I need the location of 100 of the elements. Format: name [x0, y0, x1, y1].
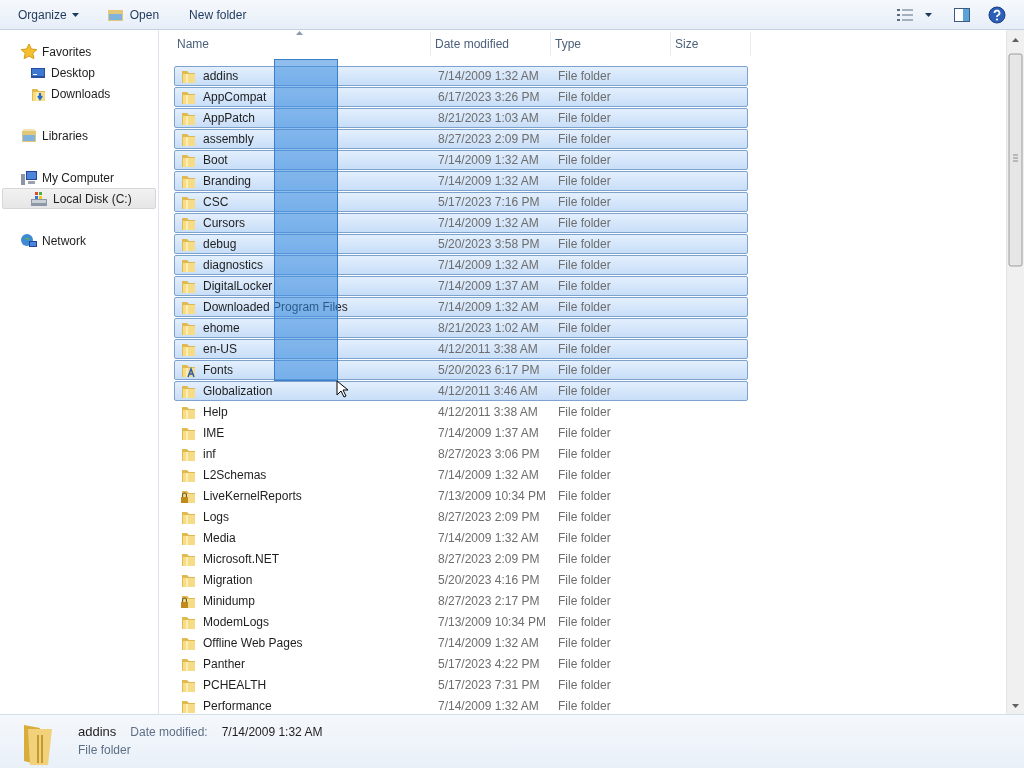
file-row[interactable]: AppCompat 6/17/2023 3:26 PM File folder [174, 87, 748, 107]
file-name: AppPatch [203, 111, 256, 125]
column-header[interactable]: Name [173, 32, 431, 56]
file-name: Cursors [203, 216, 245, 230]
preview-pane-icon [954, 7, 970, 22]
file-row[interactable]: en-US 4/12/2011 3:38 AM File folder [174, 339, 748, 359]
file-row[interactable]: L2Schemas 7/14/2009 1:32 AM File folder [174, 465, 748, 485]
column-header[interactable]: Type [551, 32, 671, 56]
file-row[interactable]: addins 7/14/2009 1:32 AM File folder [174, 66, 748, 86]
date-cell-text: 7/14/2009 1:37 AM [437, 426, 540, 440]
caret-icon[interactable] [71, 12, 79, 17]
new-folder-button[interactable]: New folder [181, 2, 255, 27]
date-cell-text: 5/20/2023 6:17 PM [437, 363, 541, 377]
date-cell-text: 5/20/2023 3:58 PM [437, 237, 541, 251]
file-row[interactable]: Offline Web Pages 7/14/2009 1:32 AM File folder [174, 633, 748, 653]
type-cell-text: File folder [557, 636, 611, 650]
disk-icon [30, 189, 48, 208]
type-cell-text: File folder [557, 552, 611, 566]
file-name: inf [203, 447, 216, 461]
date-cell-text: 7/14/2009 1:32 AM [437, 174, 540, 188]
file-row[interactable]: PCHEALTH 5/17/2023 7:31 PM File folder [174, 675, 748, 695]
nav-item[interactable]: Network [2, 230, 156, 251]
nav-item[interactable]: Downloads [2, 83, 156, 104]
folder-icon [180, 131, 196, 147]
date-cell-text: 7/14/2009 1:32 AM [437, 69, 540, 83]
column-header[interactable]: Size [671, 32, 751, 56]
date-cell-text: 7/14/2009 1:32 AM [437, 468, 540, 482]
file-row[interactable]: Boot 7/14/2009 1:32 AM File folder [174, 150, 748, 170]
folder-icon [180, 68, 196, 84]
type-cell-text: File folder [557, 699, 611, 713]
file-row[interactable]: Migration 5/20/2023 4:16 PM File folder [174, 570, 748, 590]
date-cell-text: 7/14/2009 1:32 AM [437, 216, 540, 230]
scrollbar[interactable] [1006, 30, 1024, 714]
locked-folder-icon [180, 488, 196, 504]
file-row[interactable]: Panther 5/17/2023 4:22 PM File folder [174, 654, 748, 674]
file-row[interactable]: IME 7/14/2009 1:37 AM File folder [174, 423, 748, 443]
file-row[interactable]: diagnostics 7/14/2009 1:32 AM File folder [174, 255, 748, 275]
nav-item[interactable]: Libraries [2, 125, 156, 146]
type-cell-text: File folder [557, 342, 611, 356]
cursor-icon [336, 380, 348, 398]
date-cell-text: 8/27/2023 2:09 PM [437, 510, 541, 524]
file-row[interactable]: Media 7/14/2009 1:32 AM File folder [174, 528, 748, 548]
folder-icon [180, 110, 196, 126]
type-cell-text: File folder [557, 384, 611, 398]
type-cell-text: File folder [557, 174, 611, 188]
type-cell-text: File folder [557, 90, 611, 104]
help-icon [988, 5, 1006, 24]
file-row[interactable]: ehome 8/21/2023 1:02 AM File folder [174, 318, 748, 338]
file-row[interactable]: Branding 7/14/2009 1:32 AM File folder [174, 171, 748, 191]
file-row[interactable]: AppPatch 8/21/2023 1:03 AM File folder [174, 108, 748, 128]
file-name: PCHEALTH [203, 678, 267, 692]
library-icon [20, 126, 38, 145]
folder-icon [180, 551, 196, 567]
date-cell-text: 7/14/2009 1:32 AM [437, 153, 540, 167]
nav-item[interactable]: My Computer [2, 167, 156, 188]
folder-icon [180, 299, 196, 315]
folder-icon [180, 173, 196, 189]
file-row[interactable]: DigitalLocker 7/14/2009 1:37 AM File folder [174, 276, 748, 296]
date-cell-text: 8/27/2023 2:17 PM [437, 594, 541, 608]
file-row[interactable]: Minidump 8/27/2023 2:17 PM File folder [174, 591, 748, 611]
nav-item[interactable]: Local Disk (C:) [2, 188, 156, 209]
date-cell-text: 7/14/2009 1:32 AM [437, 699, 540, 713]
date-cell-text: 5/17/2023 7:16 PM [437, 195, 541, 209]
type-cell-text: File folder [557, 468, 611, 482]
type-cell-text: File folder [557, 594, 611, 608]
column-header[interactable]: Date modified [431, 32, 551, 56]
file-name: Panther [203, 657, 246, 671]
file-row[interactable]: inf 8/27/2023 3:06 PM File folder [174, 444, 748, 464]
file-row[interactable]: Fonts 5/20/2023 6:17 PM File folder [174, 360, 748, 380]
file-row[interactable]: Help 4/12/2011 3:38 AM File folder [174, 402, 748, 422]
file-name: DigitalLocker [203, 279, 273, 293]
organize-menu[interactable]: Organize [10, 2, 87, 27]
locked-folder-icon [180, 593, 196, 609]
file-row[interactable]: CSC 5/17/2023 7:16 PM File folder [174, 192, 748, 212]
file-name: ehome [203, 321, 240, 335]
nav-item[interactable]: Desktop [2, 62, 156, 83]
folder-icon [180, 698, 196, 714]
nav-item[interactable]: Favorites [2, 41, 156, 62]
folder-icon [180, 446, 196, 462]
date-cell-text: 8/21/2023 1:03 AM [437, 111, 540, 125]
folder-icon [180, 257, 196, 273]
file-name: Globalization [203, 384, 273, 398]
file-row[interactable]: Logs 8/27/2023 2:09 PM File folder [174, 507, 748, 527]
file-row[interactable]: debug 5/20/2023 3:58 PM File folder [174, 234, 748, 254]
file-row[interactable]: ModemLogs 7/13/2009 10:34 PM File folder [174, 612, 748, 632]
file-row[interactable]: Microsoft.NET 8/27/2023 2:09 PM File folder [174, 549, 748, 569]
file-row[interactable]: assembly 8/27/2023 2:09 PM File folder [174, 129, 748, 149]
open-button[interactable]: Open [98, 2, 168, 27]
file-row[interactable]: Performance 7/14/2009 1:32 AM File folder [174, 696, 748, 714]
file-row[interactable]: Cursors 7/14/2009 1:32 AM File folder [174, 213, 748, 233]
sort-arrow-icon [296, 31, 303, 35]
type-cell-text: File folder [557, 69, 611, 83]
type-cell-text: File folder [557, 405, 611, 419]
date-cell-text: 7/14/2009 1:32 AM [437, 300, 540, 314]
file-row[interactable]: Globalization 4/12/2011 3:46 AM File folder [174, 381, 748, 401]
folder-icon [180, 194, 196, 210]
file-name: en-US [203, 342, 237, 356]
folder-icon [180, 320, 196, 336]
type-cell-text: File folder [557, 447, 611, 461]
file-row[interactable]: LiveKernelReports 7/13/2009 10:34 PM File folder [174, 486, 748, 506]
